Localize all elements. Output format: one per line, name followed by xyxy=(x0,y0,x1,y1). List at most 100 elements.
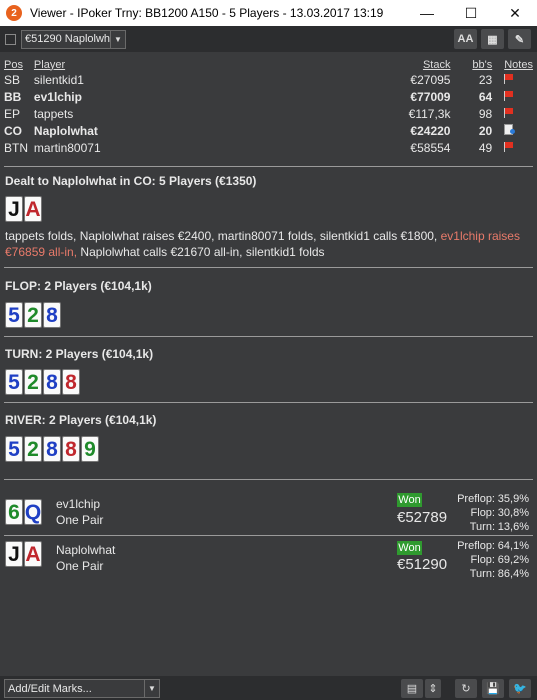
maximize-button[interactable]: ☐ xyxy=(449,0,493,26)
equity-label: Preflop: xyxy=(457,540,495,552)
player-stack: €58554 xyxy=(410,140,451,155)
card: 2 xyxy=(24,369,42,395)
divider xyxy=(4,166,533,167)
equity-row: Preflop: 35,9% xyxy=(445,492,529,506)
toolbar: €51290 Naplolwhat ▼ AA ▦ ✎ xyxy=(0,26,537,52)
chevron-down-icon: ▼ xyxy=(110,30,125,48)
bottom-toolbar: Add/Edit Marks... ▼ ▤ ⇕ ↻ 💾 🐦 xyxy=(0,676,537,700)
select-hand-checkbox[interactable] xyxy=(5,33,16,45)
showdown-result: 6 Q ev1lchip One Pair Won €52789 Preflop… xyxy=(0,492,537,538)
river-title: RIVER: 2 Players (€104,1k) xyxy=(5,413,157,427)
player-notes[interactable] xyxy=(492,71,533,88)
marks-select-value: Add/Edit Marks... xyxy=(8,682,92,695)
clipboard-icon[interactable]: ▤ xyxy=(401,679,423,698)
players-table: Pos Player Stack bb's Notes SB silentkid… xyxy=(4,58,533,156)
won-amount: €51290 xyxy=(397,556,448,573)
player-notes[interactable] xyxy=(492,122,533,139)
player-pos: BB xyxy=(4,89,22,104)
card: A xyxy=(24,541,42,567)
divider xyxy=(4,267,533,268)
equity-row: Preflop: 64,1% xyxy=(445,539,529,553)
player-bbs: 64 xyxy=(478,89,493,104)
card: J xyxy=(5,541,23,567)
equity-label: Preflop: xyxy=(457,493,495,505)
header-stack[interactable]: Stack xyxy=(351,58,451,71)
won-badge: Won xyxy=(397,541,422,555)
equity-row: Flop: 30,8% xyxy=(445,506,529,520)
equity-stats: Preflop: 64,1% Flop: 69,2% Turn: 86,4% xyxy=(445,539,529,581)
window-controls: — ☐ ✕ xyxy=(405,0,537,26)
equity-value: 64,1% xyxy=(497,540,529,552)
table-row[interactable]: BB ev1lchip €77009 64 xyxy=(4,88,533,105)
player-notes[interactable] xyxy=(492,105,533,122)
result-hand-rank: One Pair xyxy=(56,559,104,573)
card: A xyxy=(24,196,42,222)
player-bbs: 49 xyxy=(478,140,493,155)
card: 5 xyxy=(5,302,23,328)
card: 8 xyxy=(62,436,80,462)
divider xyxy=(4,479,533,480)
card: J xyxy=(5,196,23,222)
showdown-result: J A Naplolwhat One Pair Won €51290 Prefl… xyxy=(0,539,537,585)
hand-viewer-content: Pos Player Stack bb's Notes SB silentkid… xyxy=(0,52,537,676)
chevron-down-icon: ▼ xyxy=(144,680,159,697)
header-bbs[interactable]: bb's xyxy=(450,58,492,71)
equity-label: Turn: xyxy=(469,521,495,533)
player-name: silentkid1 xyxy=(33,72,84,87)
card: 8 xyxy=(62,369,80,395)
card: 8 xyxy=(43,302,61,328)
card: 6 xyxy=(5,499,23,525)
player-pos: EP xyxy=(4,106,21,121)
player-notes[interactable] xyxy=(492,139,533,156)
close-button[interactable]: ✕ xyxy=(493,0,537,26)
grid-icon[interactable]: ▦ xyxy=(481,29,504,49)
preflop-actions: tappets folds, Naplolwhat raises €2400, … xyxy=(5,228,530,260)
won-amount: €52789 xyxy=(397,509,448,526)
river-cards: 5 2 8 8 9 xyxy=(5,436,100,462)
flag-icon[interactable] xyxy=(504,107,514,118)
player-bbs: 98 xyxy=(478,106,493,121)
card: 8 xyxy=(43,369,61,395)
player-notes[interactable] xyxy=(492,88,533,105)
flop-cards: 5 2 8 xyxy=(5,302,62,328)
card: 5 xyxy=(5,436,23,462)
header-player[interactable]: Player xyxy=(34,58,351,71)
replay-icon[interactable]: ↻ xyxy=(455,679,477,698)
twitter-icon[interactable]: 🐦 xyxy=(509,679,531,698)
window-titlebar: 2 Viewer - IPoker Trny: BB1200 A150 - 5 … xyxy=(0,0,537,26)
font-size-button[interactable]: AA xyxy=(454,29,477,49)
window-title: Viewer - IPoker Trny: BB1200 A150 - 5 Pl… xyxy=(30,6,384,20)
card: 9 xyxy=(81,436,99,462)
minimize-button[interactable]: — xyxy=(405,0,449,26)
marks-dropdown[interactable]: Add/Edit Marks... ▼ xyxy=(4,679,160,698)
header-notes[interactable]: Notes xyxy=(492,58,533,71)
pencil-icon[interactable]: ✎ xyxy=(508,29,531,49)
save-icon[interactable]: 💾 xyxy=(482,679,504,698)
equity-value: 69,2% xyxy=(497,554,529,566)
won-badge: Won xyxy=(397,493,422,507)
note-icon[interactable] xyxy=(504,123,516,135)
player-pos: CO xyxy=(4,123,22,138)
player-stack: €77009 xyxy=(410,89,451,104)
table-row[interactable]: BTN martin80071 €58554 49 xyxy=(4,139,533,156)
result-hand-rank: One Pair xyxy=(56,513,104,527)
table-row[interactable]: EP tappets €117,3k 98 xyxy=(4,105,533,122)
equity-label: Flop: xyxy=(470,507,495,519)
equity-row: Turn: 86,4% xyxy=(445,567,529,581)
table-row[interactable]: CO Naplolwhat €24220 20 xyxy=(4,122,533,139)
player-bbs: 23 xyxy=(478,72,493,87)
flag-icon[interactable] xyxy=(504,141,514,152)
hand-select-dropdown[interactable]: €51290 Naplolwhat ▼ xyxy=(21,29,126,49)
player-pos: BTN xyxy=(4,140,28,155)
app-icon: 2 xyxy=(6,5,22,21)
header-pos[interactable]: Pos xyxy=(4,58,34,71)
turn-cards: 5 2 8 8 xyxy=(5,369,81,395)
card: 8 xyxy=(43,436,61,462)
table-row[interactable]: SB silentkid1 €27095 23 xyxy=(4,71,533,88)
equity-value: 30,8% xyxy=(497,507,529,519)
up-down-spinner-icon[interactable]: ⇕ xyxy=(425,679,441,698)
flag-icon[interactable] xyxy=(504,90,514,101)
divider xyxy=(4,402,533,403)
equity-value: 13,6% xyxy=(497,521,529,533)
flag-icon[interactable] xyxy=(504,73,514,84)
